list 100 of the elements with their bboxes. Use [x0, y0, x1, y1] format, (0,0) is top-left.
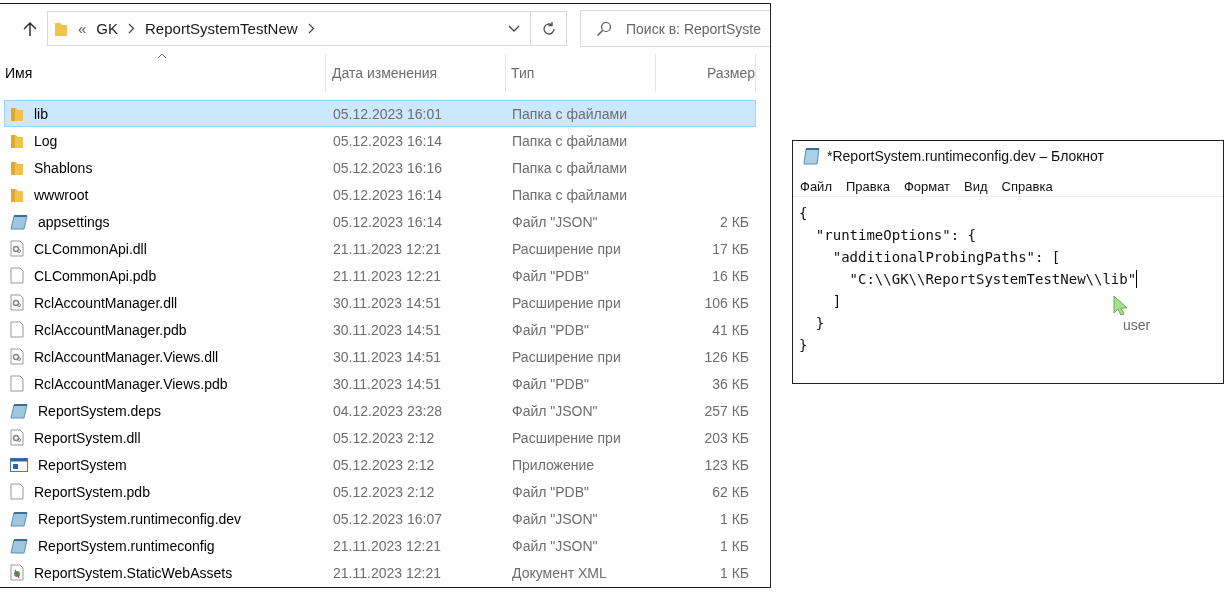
address-bar[interactable]: « GK ReportSystemTestNew [47, 11, 531, 46]
file-type: Расширение при [512, 348, 621, 365]
breadcrumb-item[interactable]: « [78, 20, 87, 37]
chevron-right-icon [307, 23, 315, 34]
folder-icon [54, 20, 68, 37]
code-line: "additionalProbingPaths": [ [831, 249, 1061, 265]
file-name: lib [34, 105, 48, 122]
file-name: RclAccountManager.Views.dll [34, 348, 219, 365]
gear-file-icon [10, 294, 24, 311]
file-type: Файл "JSON" [512, 402, 598, 419]
code-line: ] [831, 293, 842, 309]
file-row[interactable]: ReportSystem 05.12.2023 2:12 Приложение 123 КБ [4, 451, 756, 478]
window-title: *ReportSystem.runtimeconfig.dev – Блокнот [827, 148, 1104, 164]
modified-date: 05.12.2023 16:01 [333, 105, 442, 122]
modified-date: 21.11.2023 12:21 [333, 267, 441, 284]
notepad-icon [803, 147, 821, 165]
file-name: ReportSystem.pdb [34, 483, 150, 500]
modified-date: 30.11.2023 14:51 [333, 348, 441, 365]
file-row[interactable]: RclAccountManager.Views.pdb 30.11.2023 14:51 Файл "PDB" 36 КБ [4, 370, 756, 397]
gear-file-icon [10, 240, 24, 257]
folder-icon [10, 105, 24, 122]
gear-file-icon [10, 348, 24, 365]
file-row[interactable]: ReportSystem.pdb 05.12.2023 2:12 Файл "PDB" 62 КБ [4, 478, 756, 505]
file-row[interactable]: CLCommonApi.dll 21.11.2023 12:21 Расширение при 17 КБ [4, 235, 756, 262]
file-size: 62 КБ [712, 483, 749, 500]
column-header[interactable]: Дата изменения [326, 54, 506, 92]
file-name: ReportSystem [38, 456, 127, 473]
file-row[interactable]: CLCommonApi.pdb 21.11.2023 12:21 Файл "PDB" 16 КБ [4, 262, 756, 289]
menu-item[interactable]: Формат [903, 179, 951, 196]
file-name: ReportSystem.deps [38, 402, 161, 419]
file-type: Файл "JSON" [512, 213, 598, 230]
file-row[interactable]: RclAccountManager.dll 30.11.2023 14:51 Расширение при 106 КБ [4, 289, 756, 316]
file-size: 123 КБ [704, 456, 749, 473]
file-type: Файл "PDB" [512, 483, 590, 500]
menu-item[interactable]: Вид [964, 179, 988, 196]
file-row[interactable]: ReportSystem.dll 05.12.2023 2:12 Расширение при 203 КБ [4, 424, 756, 451]
file-row[interactable]: appsettings 05.12.2023 16:14 Файл "JSON" 2 КБ [4, 208, 756, 235]
text-caret [1136, 270, 1138, 288]
file-size: 1 КБ [719, 510, 749, 527]
search-icon [596, 20, 612, 37]
file-row[interactable]: wwwroot 05.12.2023 16:14 Папка с файлами [4, 181, 756, 208]
file-row[interactable]: lib 05.12.2023 16:01 Папка с файлами [4, 100, 756, 127]
refresh-button[interactable] [531, 11, 567, 46]
sort-caret-icon [157, 53, 167, 59]
file-row[interactable]: RclAccountManager.Views.dll 30.11.2023 14:51 Расширение при 126 КБ [4, 343, 756, 370]
menu-item[interactable]: Справка [1001, 179, 1053, 196]
file-size: 106 КБ [704, 294, 749, 311]
column-header[interactable]: Размер [656, 54, 756, 92]
notepad-file-icon [10, 510, 28, 527]
breadcrumb-item[interactable]: GK [96, 20, 119, 37]
gear-file-icon [10, 429, 24, 446]
file-size: 1 КБ [719, 537, 749, 554]
file-icon [10, 321, 24, 338]
file-size: 203 КБ [704, 429, 749, 446]
notepad-file-icon [10, 402, 28, 419]
file-name: Log [34, 132, 58, 149]
dropdown-icon[interactable] [508, 24, 520, 33]
file-icon [10, 267, 24, 284]
search-field[interactable]: Поиск в: ReportSyste [580, 10, 770, 47]
modified-date: 30.11.2023 14:51 [333, 294, 441, 311]
file-icon [10, 375, 24, 392]
file-size: 1 КБ [719, 564, 749, 581]
up-arrow-icon[interactable] [23, 20, 37, 37]
column-header[interactable]: Имя [0, 54, 326, 92]
application-icon [10, 457, 28, 472]
file-type: Расширение при [512, 240, 621, 257]
code-line: } [799, 337, 808, 353]
file-row[interactable]: RclAccountManager.pdb 30.11.2023 14:51 Файл "PDB" 41 КБ [4, 316, 756, 343]
file-type: Папка с файлами [512, 132, 627, 149]
file-type: Файл "PDB" [512, 267, 590, 284]
file-name: wwwroot [34, 186, 89, 203]
file-size: 257 КБ [704, 402, 749, 419]
folder-icon [10, 186, 24, 203]
menu-item[interactable]: Правка [845, 179, 890, 196]
file-row[interactable]: Log 05.12.2023 16:14 Папка с файлами [4, 127, 756, 154]
file-name: ReportSystem.dll [34, 429, 141, 446]
xml-file-icon [10, 564, 24, 581]
folder-icon [10, 132, 24, 149]
file-size: 17 КБ [712, 240, 749, 257]
text-editor[interactable]: { "runtimeOptions": { "additionalProbingPaths": [ "C:\\GK\\ReportSystemTestNew\\lib" ] } } user [793, 197, 1223, 383]
file-type: Расширение при [512, 294, 621, 311]
modified-date: 05.12.2023 2:12 [333, 429, 435, 446]
file-row[interactable]: ReportSystem.deps 04.12.2023 23:28 Файл "JSON" 257 КБ [4, 397, 756, 424]
modified-date: 05.12.2023 2:12 [333, 483, 435, 500]
column-header[interactable]: Тип [506, 54, 656, 92]
file-row[interactable]: ReportSystem.StaticWebAssets 21.11.2023 12:21 Документ XML 1 КБ [4, 559, 756, 586]
file-type: Папка с файлами [512, 186, 627, 203]
file-type: Приложение [512, 456, 595, 473]
file-size: 41 КБ [712, 321, 749, 338]
modified-date: 21.11.2023 12:21 [333, 537, 441, 554]
file-row[interactable]: ReportSystem.runtimeconfig.dev 05.12.2023 16:07 Файл "JSON" 1 КБ [4, 505, 756, 532]
code-line: "C:\\GK\\ReportSystemTestNew\\lib" [848, 271, 1137, 287]
file-row[interactable]: Shablons 05.12.2023 16:16 Папка с файлами [4, 154, 756, 181]
modified-date: 05.12.2023 16:14 [333, 132, 442, 149]
file-row[interactable]: ReportSystem.runtimeconfig 21.11.2023 12:21 Файл "JSON" 1 КБ [4, 532, 756, 559]
file-name: RclAccountManager.Views.pdb [34, 375, 228, 392]
file-name: ReportSystem.runtimeconfig.dev [38, 510, 242, 527]
menu-item[interactable]: Файл [800, 179, 832, 196]
breadcrumb-item[interactable]: ReportSystemTestNew [145, 20, 298, 37]
file-size: 16 КБ [712, 267, 749, 284]
